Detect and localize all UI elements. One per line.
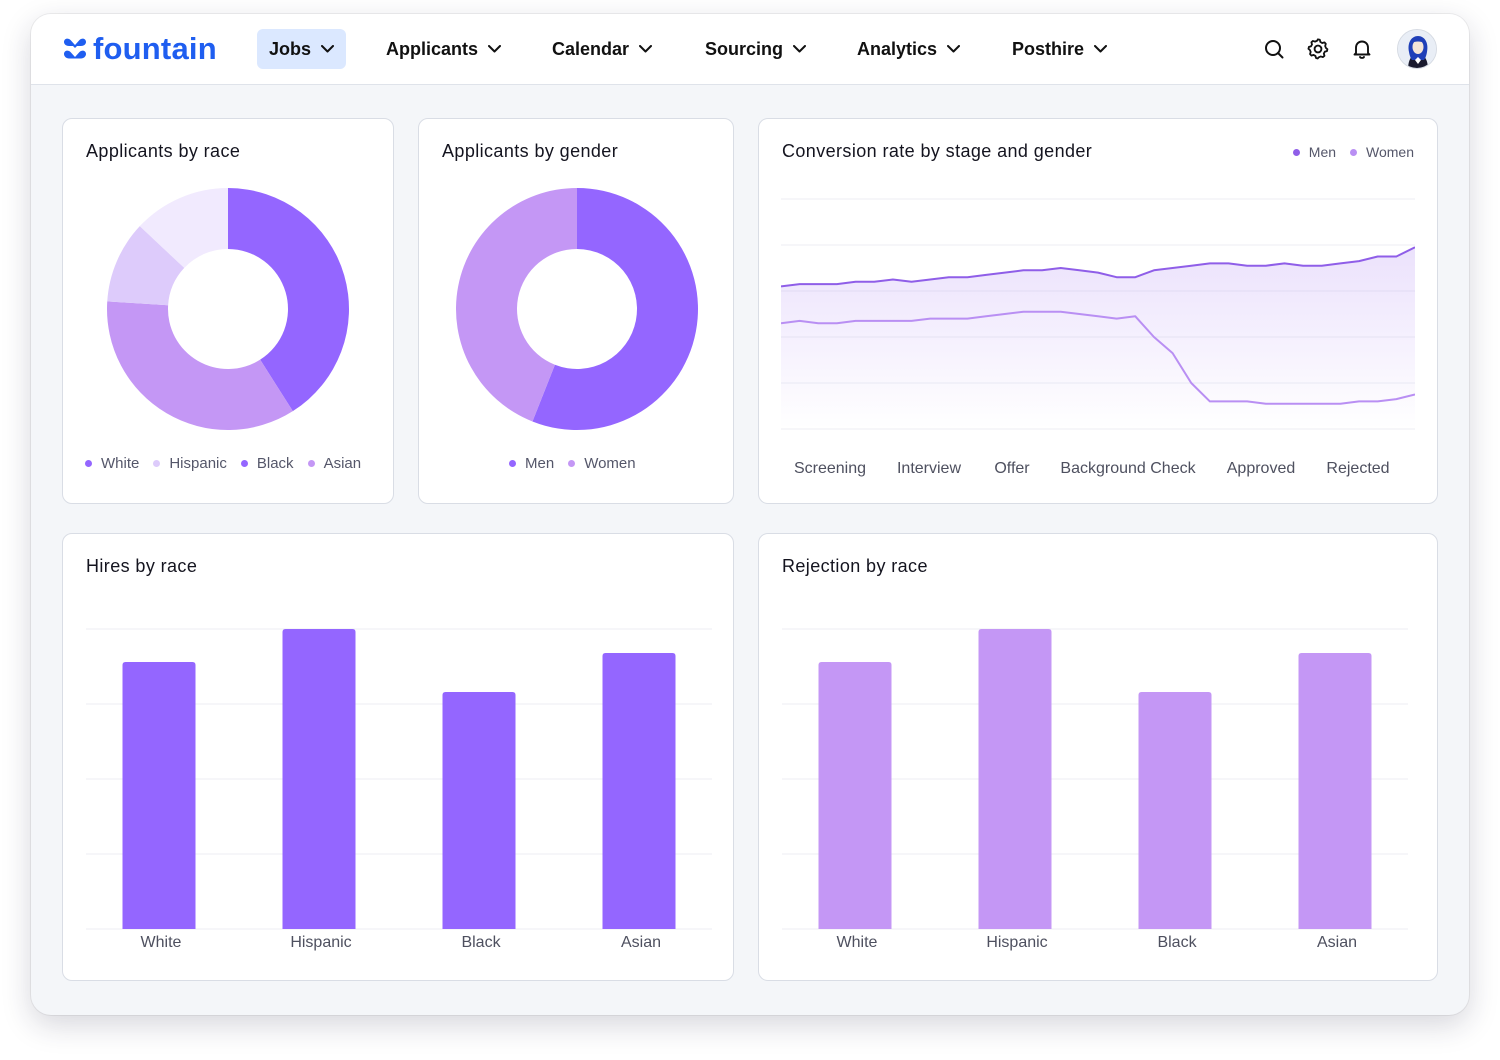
applicants-by-race-donut <box>107 188 349 430</box>
x-tick-white: White <box>140 934 182 951</box>
bell-icon[interactable] <box>1351 38 1373 60</box>
conversion-legend: Men Women <box>1292 144 1414 160</box>
x-tick-approved: Approved <box>1226 460 1296 477</box>
nav-calendar[interactable]: Calendar <box>540 29 664 69</box>
legend-dot <box>568 460 576 467</box>
x-tick-interview: Interview <box>896 460 962 477</box>
rejection-bar-chart <box>782 628 1408 930</box>
card-applicants-by-race: Applicants by race White Hispanic Black … <box>62 118 394 504</box>
x-tick-black: Black <box>461 934 501 951</box>
x-tick-hispanic: Hispanic <box>290 934 352 951</box>
legend-item-men: Men <box>509 455 554 472</box>
legend-dot <box>1350 148 1358 156</box>
card-title: Rejection by race <box>782 556 928 576</box>
chevron-down-icon <box>321 45 335 53</box>
x-tick-black: Black <box>1157 934 1197 951</box>
legend-label-hispanic: Hispanic <box>169 455 227 472</box>
legend-label-asian: Asian <box>323 455 362 472</box>
nav-sourcing[interactable]: Sourcing <box>693 29 818 69</box>
legend-dot <box>307 460 315 467</box>
bar-asian[interactable] <box>602 653 676 929</box>
legend-label-women: Women <box>1366 144 1414 160</box>
legend-label-men: Men <box>525 455 555 472</box>
gear-icon[interactable] <box>1307 38 1329 60</box>
brand-logo[interactable]: fountain <box>61 31 217 66</box>
chevron-down-icon <box>947 45 961 53</box>
applicants-by-gender-donut <box>456 188 698 430</box>
card-title: Conversion rate by stage and gender <box>782 141 1093 161</box>
x-tick-white: White <box>836 934 878 951</box>
bar-white[interactable] <box>818 662 892 929</box>
bar-white[interactable] <box>122 662 196 929</box>
x-tick-offer: Offer <box>994 460 1030 477</box>
card-conversion-rate: Conversion rate by stage and gender Men … <box>758 118 1438 504</box>
hires-bar-chart <box>86 628 712 930</box>
x-tick-background-check: Background Check <box>1060 460 1196 477</box>
legend-item-hispanic: Hispanic <box>153 455 227 472</box>
chevron-down-icon <box>1094 45 1108 53</box>
nav-applicants-label: Applicants <box>386 38 479 59</box>
legend-item-women: Women <box>568 455 636 472</box>
legend-label-men: Men <box>1308 144 1337 160</box>
nav-analytics-label: Analytics <box>857 38 938 59</box>
chevron-down-icon <box>488 45 502 53</box>
card-hires-by-race: Hires by race White Hispanic Black Asian <box>62 533 734 981</box>
nav-sourcing-label: Sourcing <box>705 38 784 59</box>
card-title: Applicants by race <box>86 141 241 161</box>
nav-applicants[interactable]: Applicants <box>374 29 513 69</box>
legend-item-women: Women <box>1350 144 1414 160</box>
brand-name: fountain <box>93 31 217 66</box>
chevron-down-icon <box>639 45 653 53</box>
legend-item-men: Men <box>1292 144 1337 160</box>
user-avatar[interactable] <box>1397 29 1437 69</box>
x-tick-rejected: Rejected <box>1326 460 1390 477</box>
chevron-down-icon <box>793 45 807 53</box>
nav-calendar-label: Calendar <box>552 38 630 59</box>
legend-item-asian: Asian <box>307 455 362 472</box>
bar-asian[interactable] <box>1298 653 1372 929</box>
area-men <box>781 247 1415 429</box>
nav-analytics[interactable]: Analytics <box>845 29 972 69</box>
nav-jobs[interactable]: Jobs <box>257 29 347 69</box>
bar-hispanic[interactable] <box>978 629 1052 929</box>
nav-posthire[interactable]: Posthire <box>1000 29 1119 69</box>
gender-legend: Men Women <box>509 455 636 472</box>
legend-dot <box>1292 148 1300 156</box>
legend-dot <box>85 460 92 467</box>
legend-dot <box>153 460 161 467</box>
card-applicants-by-gender: Applicants by gender Men Women <box>418 118 734 504</box>
card-title: Hires by race <box>86 556 198 576</box>
top-nav-bar: fountain Jobs Applicants Calendar Sourci… <box>31 14 1469 85</box>
legend-dot <box>509 460 516 467</box>
card-rejection-by-race: Rejection by race White Hispanic Black Asia… <box>758 533 1438 981</box>
conversion-line-chart <box>781 198 1415 430</box>
race-legend: White Hispanic Black Asian <box>85 455 361 472</box>
nav-posthire-label: Posthire <box>1012 38 1085 59</box>
card-title: Applicants by gender <box>442 141 619 161</box>
bar-black[interactable] <box>442 692 516 929</box>
x-tick-hispanic: Hispanic <box>986 934 1048 951</box>
avatar-illustration <box>1398 30 1436 68</box>
legend-item-white: White <box>85 455 139 472</box>
nav-jobs-label: Jobs <box>269 38 312 59</box>
fountain-logo-icon <box>64 38 86 59</box>
legend-label-women: Women <box>584 455 636 472</box>
bar-black[interactable] <box>1138 692 1212 929</box>
x-tick-screening: Screening <box>793 460 867 477</box>
legend-label-black: Black <box>256 455 294 472</box>
legend-dot <box>240 460 248 467</box>
legend-item-black: Black <box>240 455 294 472</box>
bar-hispanic[interactable] <box>282 629 356 929</box>
x-tick-asian: Asian <box>620 934 662 951</box>
app-window: fountain Jobs Applicants Calendar Sourci… <box>31 14 1469 1015</box>
legend-label-white: White <box>101 455 140 472</box>
search-icon[interactable] <box>1263 38 1285 60</box>
x-tick-asian: Asian <box>1316 934 1358 951</box>
